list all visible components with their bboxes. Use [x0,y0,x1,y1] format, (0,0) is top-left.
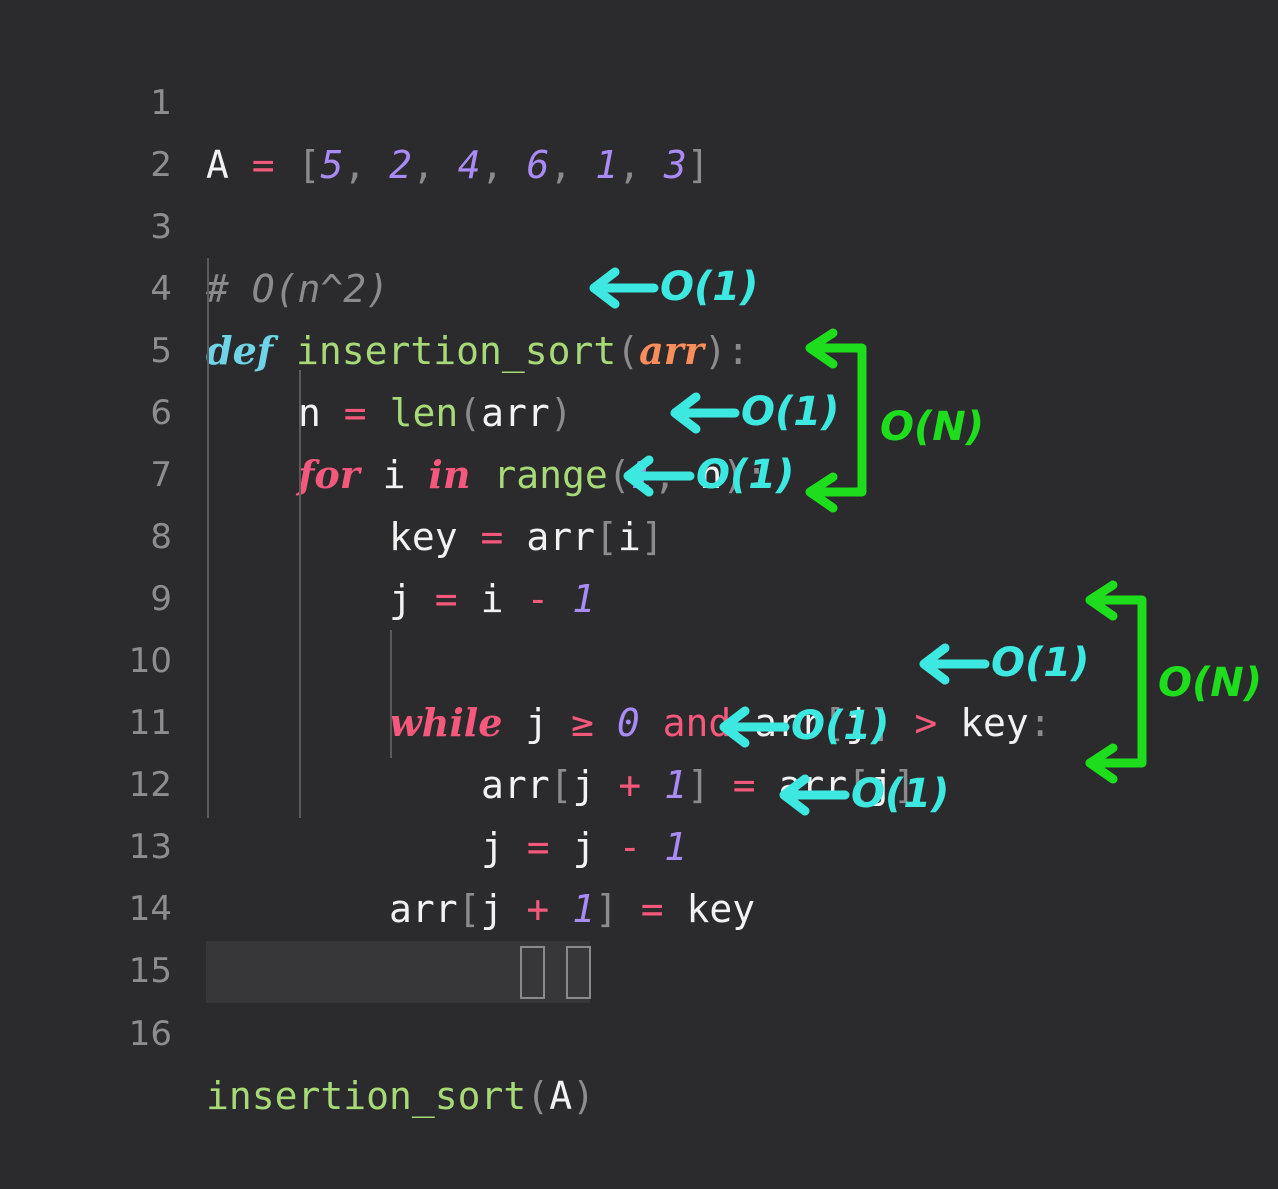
code-line[interactable]: 2 [0,72,1278,185]
code-line[interactable]: 12 j = j - 1 [0,692,1278,869]
code-line[interactable]: 6 for i in range(1, n): [0,320,1278,497]
bracket-match-close-icon [566,946,591,999]
line-number: 16 [128,1014,172,1054]
bracket-match-open-icon [520,946,545,999]
code-line[interactable]: 7 key = arr[i] [0,382,1278,559]
code-line[interactable]: 14 [0,816,1278,929]
token-paren-close: ) [572,1074,595,1118]
code-line[interactable]: 10 while j ≥ 0 and arr[j] > key: [0,568,1278,745]
code-line-active[interactable]: 16 insertion_sort(A) [0,941,1278,1118]
code-line[interactable]: 9 [0,506,1278,619]
code-line[interactable]: 4 def insertion_sort(arr): [0,196,1278,373]
token-argument: A [549,1074,573,1118]
code-lines-container[interactable]: 1 A = [5, 2, 4, 6, 1, 3] 2 3 # O(n^2) 4 … [0,0,1278,1118]
code-line[interactable]: 3 # O(n^2) [0,134,1278,311]
code-line[interactable]: 15 [0,878,1278,991]
code-line[interactable]: 1 A = [5, 2, 4, 6, 1, 3] [0,10,1278,187]
code-line[interactable]: 8 j = i - 1 [0,444,1278,621]
token-function-call: insertion_sort [206,1074,527,1118]
token-paren-open: ( [526,1074,550,1118]
code-line[interactable]: 5 n = len(arr) [0,258,1278,435]
line-content[interactable]: insertion_sort(A) [206,1065,595,1127]
indent-guide-level-2 [299,370,301,818]
indent-guide-level-3 [390,630,392,758]
code-line[interactable]: 13 arr[j + 1] = key [0,754,1278,931]
code-editor[interactable]: 1 A = [5, 2, 4, 6, 1, 3] 2 3 # O(n^2) 4 … [0,0,1278,1118]
indent-guide-level-1 [207,258,209,818]
code-line[interactable]: 11 arr[j + 1] = arr[j] [0,630,1278,807]
